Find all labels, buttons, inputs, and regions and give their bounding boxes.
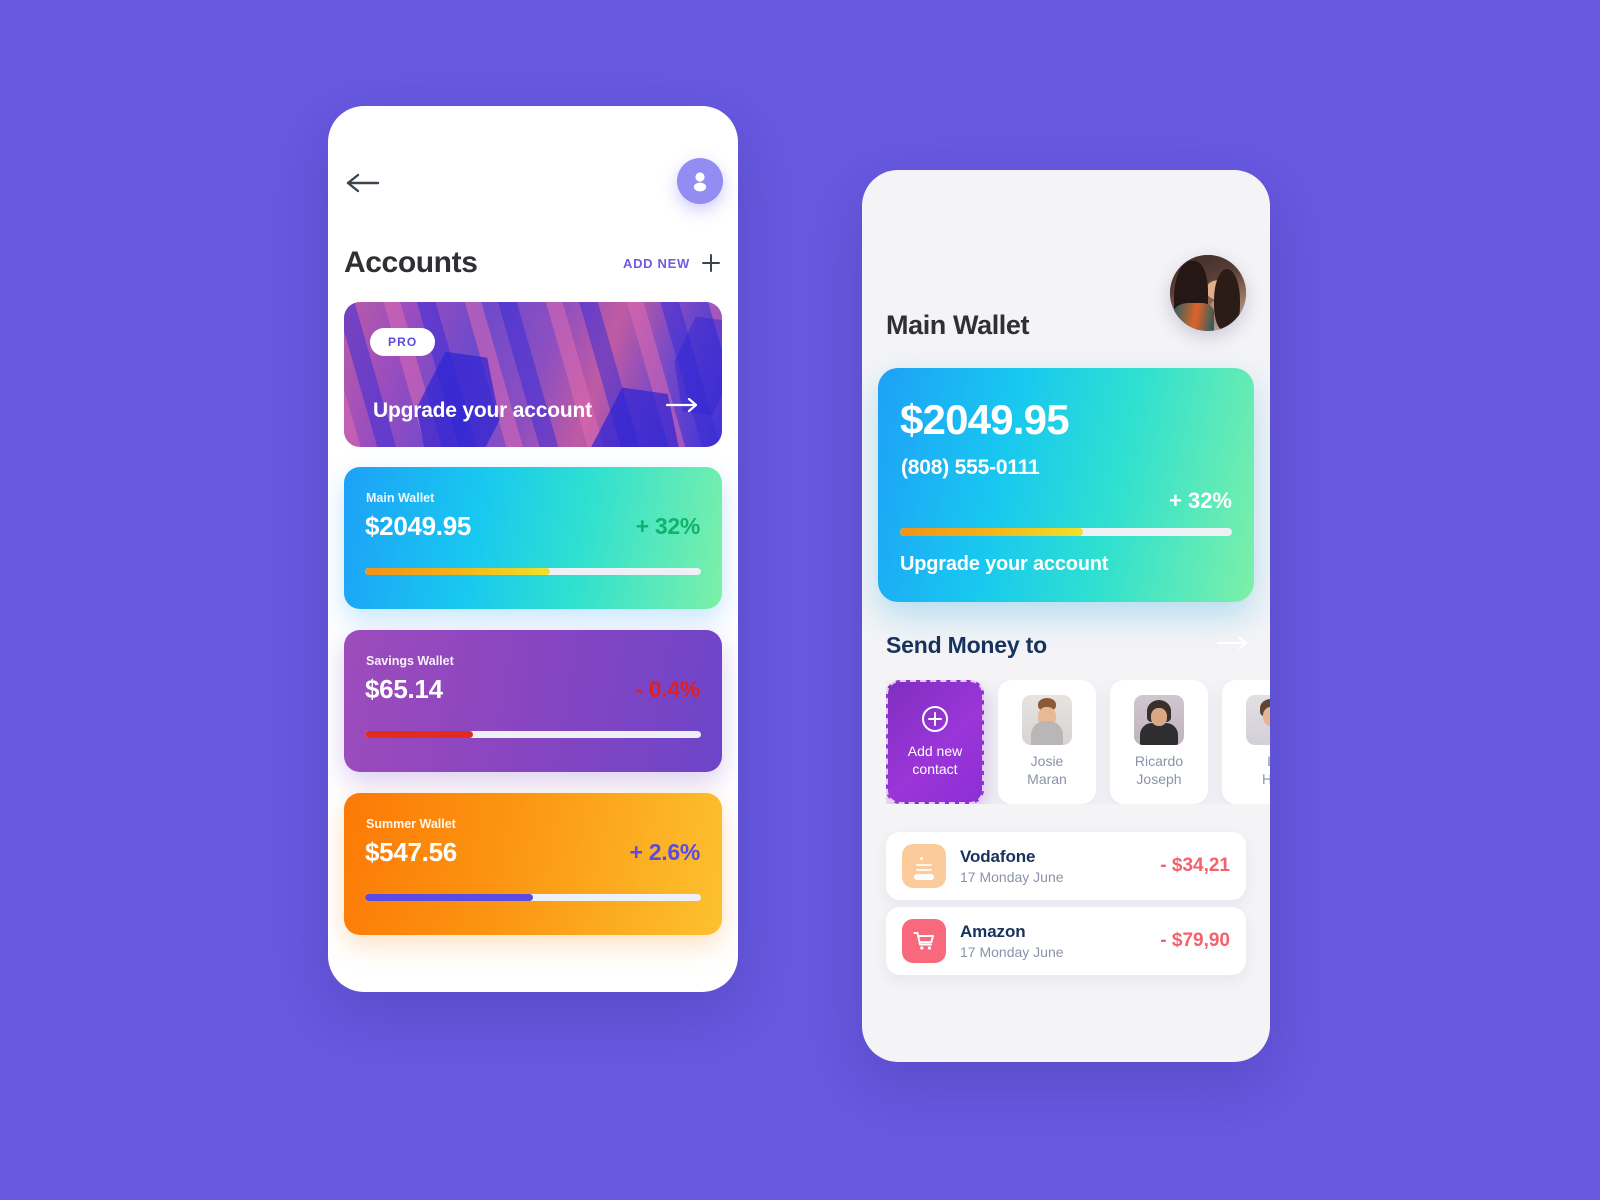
- app-mockup-stage: Accounts ADD NEW PRO Upgrade your accoun…: [0, 0, 1600, 1200]
- main-wallet-screen: Main Wallet $2049.95 (808) 555-0111 + 32…: [862, 170, 1270, 1062]
- transaction-date: 17 Monday June: [960, 943, 1064, 960]
- pro-badge: PRO: [370, 328, 436, 356]
- contact-name-line-2: Maran: [1027, 771, 1067, 787]
- promo-arrow-icon[interactable]: [665, 396, 700, 419]
- contact-card-ricardo-joseph[interactable]: Ricardo Joseph: [1110, 680, 1208, 804]
- wallet-name: Main Wallet: [366, 491, 435, 505]
- add-new-account-button[interactable]: ADD NEW: [623, 252, 722, 274]
- wallet-progress-track: [365, 894, 701, 901]
- transaction-row-vodafone[interactable]: Vodafone 17 Monday June - $34,21: [886, 832, 1246, 900]
- transaction-texts: Amazon 17 Monday June: [960, 921, 1150, 960]
- contacts-list[interactable]: Add new contact Josie Maran Ricardo Jose…: [886, 680, 1270, 804]
- balance-delta: + 32%: [1169, 488, 1232, 513]
- add-contact-line-1: Add new: [907, 743, 963, 760]
- balance-phone-number: (808) 555-0111: [901, 456, 1040, 479]
- wallet-progress-fill: [365, 568, 550, 575]
- wallet-amount: $547.56: [365, 837, 457, 867]
- contact-name-line-1: L: [1267, 753, 1270, 769]
- contact-photo: [1134, 695, 1184, 746]
- plus-circle-icon: [922, 706, 948, 733]
- profile-button[interactable]: [677, 158, 723, 204]
- contact-card-josie-maran[interactable]: Josie Maran: [998, 680, 1096, 804]
- contact-name-line-2: Hu: [1262, 771, 1270, 787]
- contact-name-line-1: Ricardo: [1134, 753, 1184, 770]
- wallet-progress-fill: [365, 731, 473, 738]
- add-new-label: ADD NEW: [622, 255, 690, 271]
- wallet-card-summer[interactable]: Summer Wallet $547.56 + 2.6%: [344, 793, 722, 935]
- transaction-merchant: Vodafone: [960, 847, 1036, 867]
- wallet-card-savings[interactable]: Savings Wallet $65.14 - 0.4%: [344, 630, 722, 772]
- page-title: Accounts: [344, 246, 478, 279]
- receipt-icon: [902, 844, 946, 888]
- wallet-delta: + 2.6%: [629, 839, 701, 865]
- wallet-delta: + 32%: [635, 513, 701, 539]
- avatar[interactable]: [1170, 255, 1246, 331]
- wallet-amount: $2049.95: [365, 511, 472, 541]
- contact-photo: [1022, 695, 1072, 746]
- transaction-amount: - $79,90: [1160, 930, 1230, 951]
- wallet-name: Summer Wallet: [366, 817, 456, 831]
- transaction-row-amazon[interactable]: Amazon 17 Monday June - $79,90: [886, 907, 1246, 975]
- contact-card-partial[interactable]: L Hu: [1222, 680, 1270, 804]
- balance-progress-fill: [900, 528, 1083, 536]
- wallet-progress-track: [365, 731, 701, 738]
- balance-amount: $2049.95: [900, 396, 1070, 443]
- page-title: Main Wallet: [886, 310, 1030, 340]
- transaction-merchant: Amazon: [960, 922, 1026, 942]
- contact-name: Josie Maran: [1027, 753, 1067, 789]
- transaction-texts: Vodafone 17 Monday June: [960, 846, 1150, 885]
- wallet-delta: - 0.4%: [635, 676, 700, 702]
- avatar-dress: [1172, 303, 1214, 331]
- wallet-progress-fill: [365, 894, 533, 901]
- transaction-date: 17 Monday June: [960, 868, 1064, 885]
- plus-icon: [702, 254, 720, 272]
- wallet-progress-track: [365, 568, 701, 575]
- contact-name: Ricardo Joseph: [1135, 753, 1183, 789]
- contact-name: L Hu: [1262, 753, 1270, 789]
- shopping-cart-icon: [902, 919, 946, 963]
- transaction-amount: - $34,21: [1160, 855, 1230, 876]
- send-money-header: Send Money to: [886, 628, 1250, 662]
- send-money-title: Send Money to: [886, 631, 1047, 658]
- avatar-hair-right: [1214, 269, 1240, 331]
- wallet-card-main[interactable]: Main Wallet $2049.95 + 32%: [344, 467, 722, 609]
- add-contact-line-2: contact: [912, 761, 958, 777]
- contact-photo: [1246, 695, 1270, 746]
- accounts-top-bar: [328, 106, 738, 216]
- send-money-arrow-icon[interactable]: [1216, 635, 1250, 656]
- balance-card[interactable]: $2049.95 (808) 555-0111 + 32% Upgrade yo…: [878, 368, 1254, 602]
- wallet-name: Savings Wallet: [366, 654, 454, 668]
- balance-progress-track: [900, 528, 1232, 536]
- wallet-amount: $65.14: [365, 674, 443, 704]
- contact-name-line-2: Joseph: [1136, 771, 1182, 787]
- person-icon: [693, 172, 707, 192]
- promo-cta-text: Upgrade your account: [373, 399, 592, 422]
- upgrade-promo-banner[interactable]: PRO Upgrade your account: [344, 302, 722, 447]
- back-arrow-icon[interactable]: [344, 168, 386, 198]
- accounts-screen: Accounts ADD NEW PRO Upgrade your accoun…: [328, 106, 738, 992]
- accounts-header-row: Accounts ADD NEW: [344, 240, 722, 286]
- add-new-contact-label: Add new contact: [908, 743, 962, 779]
- upgrade-account-link[interactable]: Upgrade your account: [900, 553, 1108, 576]
- add-new-contact-button[interactable]: Add new contact: [886, 680, 984, 804]
- contact-name-line-1: Josie: [1030, 753, 1064, 770]
